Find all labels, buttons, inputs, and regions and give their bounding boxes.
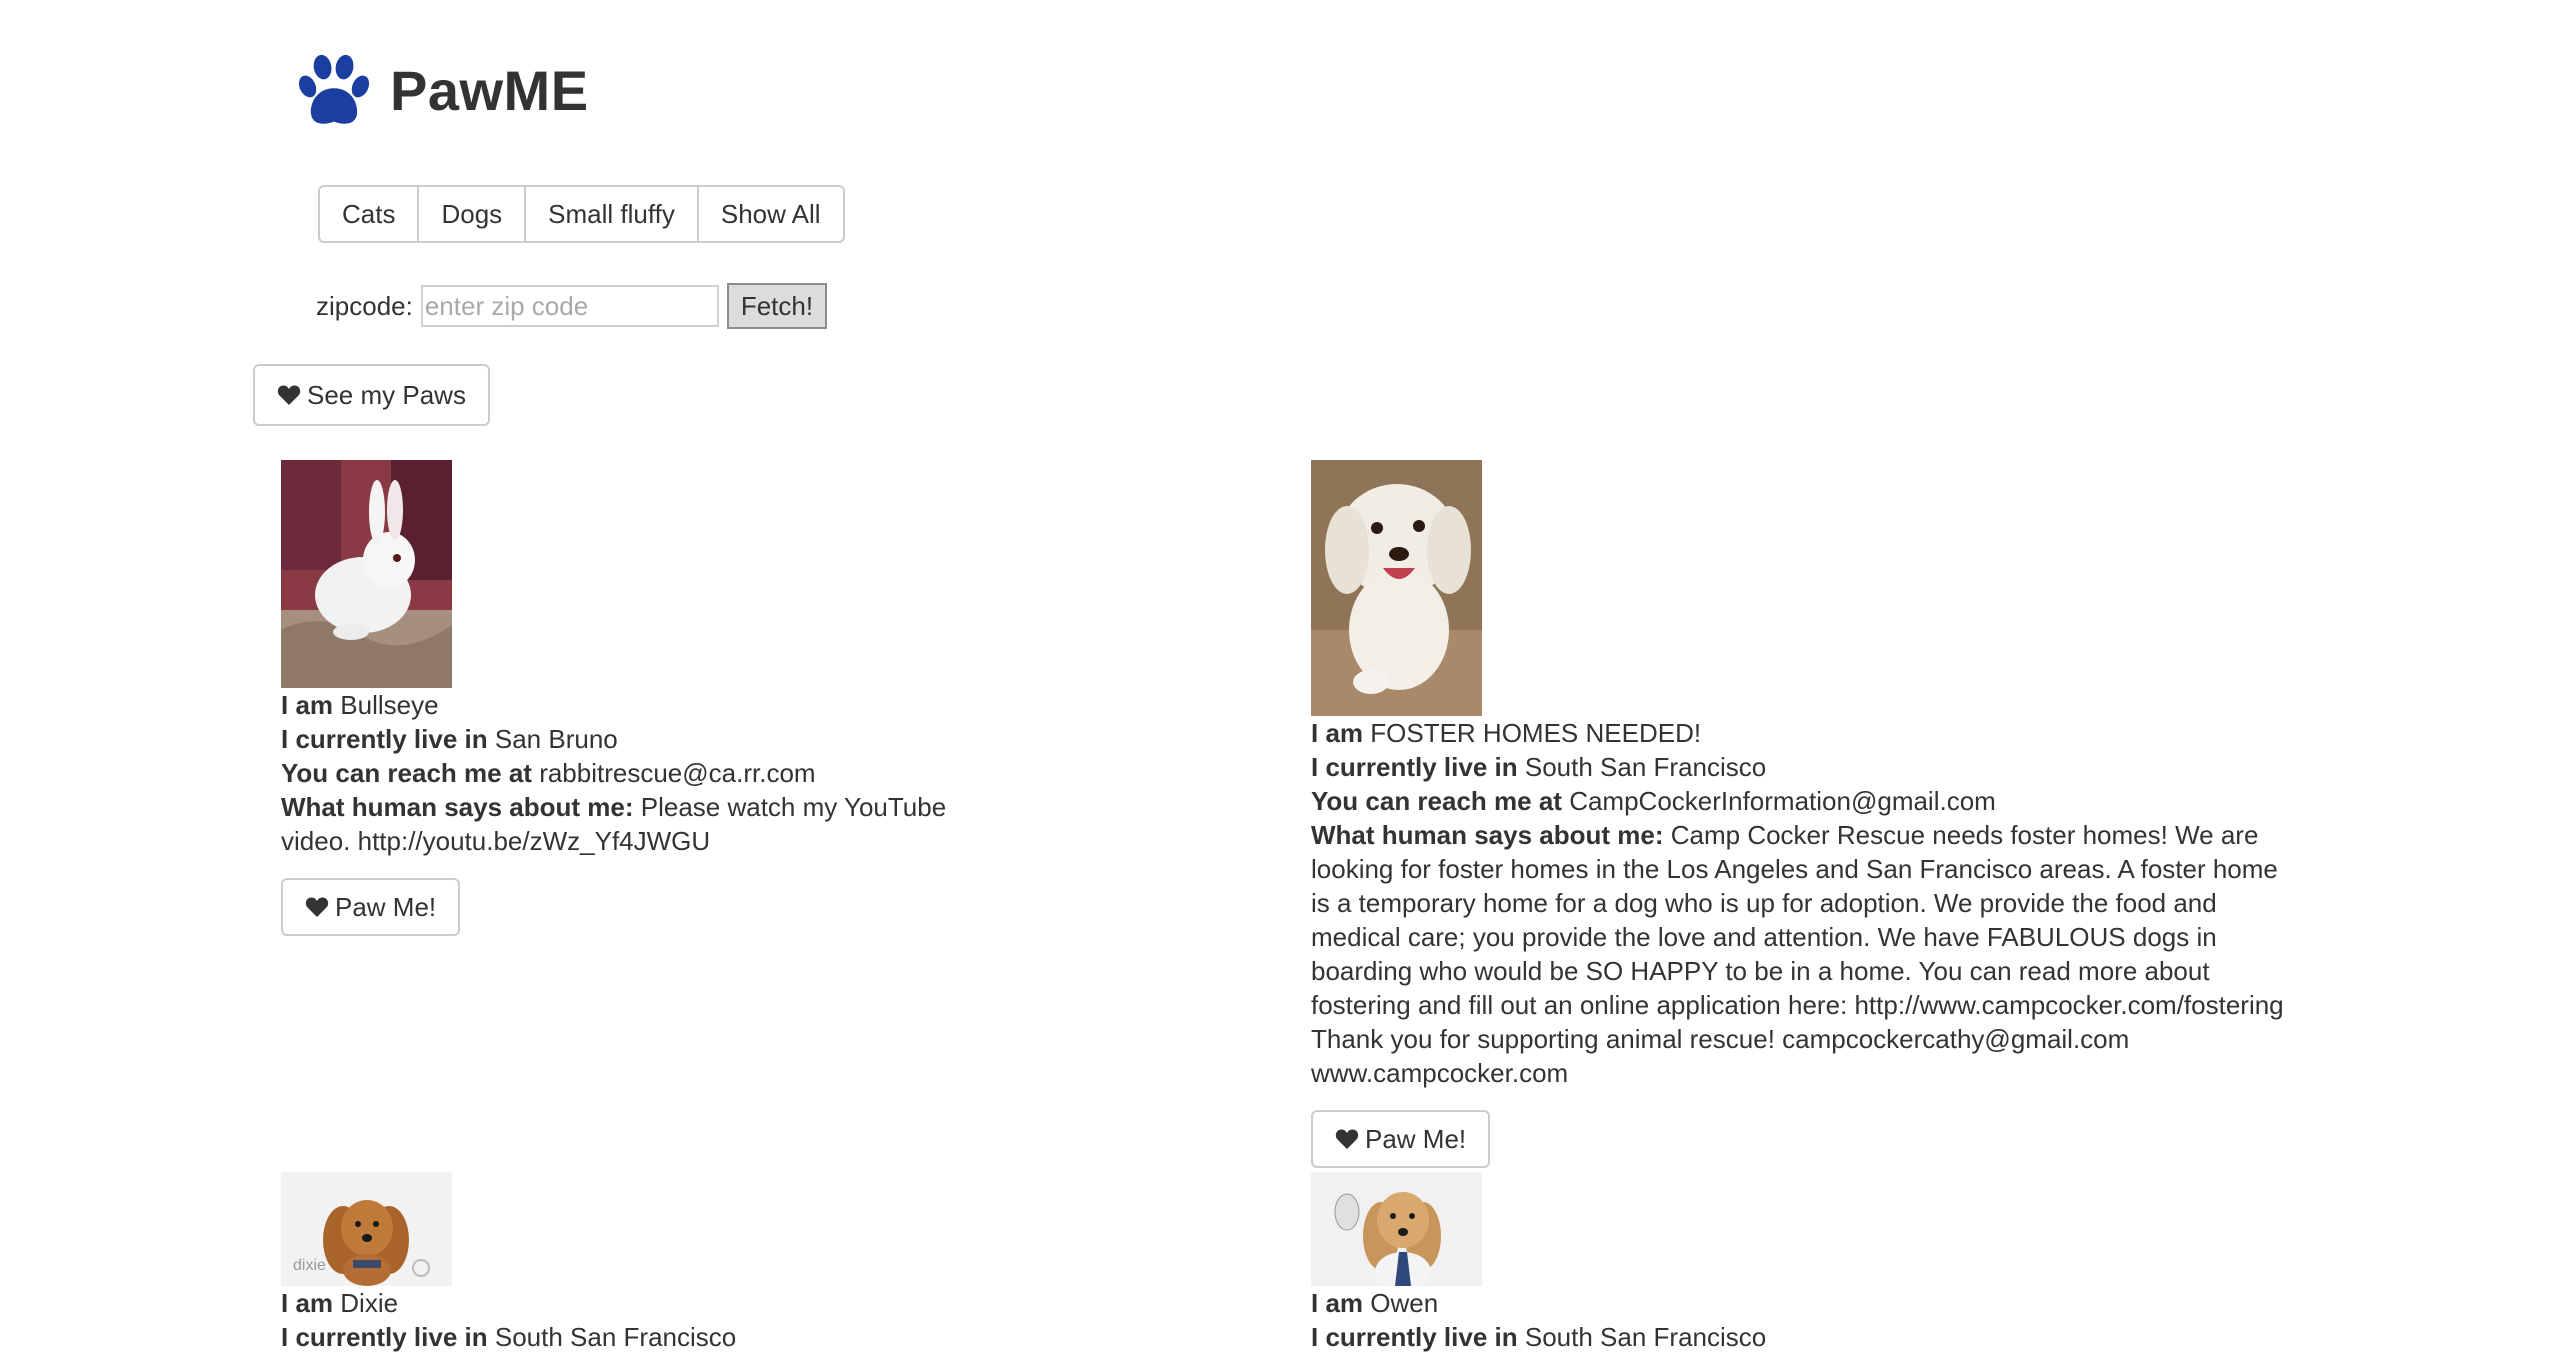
pet-location: San Bruno <box>494 724 618 754</box>
pet-location-line: I currently live in South San Francisco <box>1311 752 1767 782</box>
paw-me-label: Paw Me! <box>1365 1123 1467 1154</box>
paw-me-button[interactable]: Paw Me! <box>281 878 461 936</box>
pet-name: Dixie <box>340 1288 399 1318</box>
pet-contact-line: You can reach me at CampCockerInformatio… <box>1311 786 1996 816</box>
filter-button-group: Cats Dogs Small fluffy Show All <box>318 185 845 243</box>
filter-cats-button[interactable]: Cats <box>318 185 420 243</box>
pet-name: Bullseye <box>340 690 439 720</box>
pet-contact-line: You can reach me at rabbitrescue@ca.rr.c… <box>281 758 816 788</box>
pet-location: South San Francisco <box>1524 752 1767 782</box>
see-my-paws-button[interactable]: See my Paws <box>253 364 490 426</box>
see-my-paws-label: See my Paws <box>307 379 466 410</box>
filter-show-all-button[interactable]: Show All <box>696 185 845 243</box>
zipcode-label: zipcode: <box>316 290 413 321</box>
heart-icon <box>305 897 329 917</box>
paw-me-button[interactable]: Paw Me! <box>1311 1110 1491 1168</box>
pet-name-line: I am Bullseye <box>281 690 439 720</box>
photo-caption: dixie <box>293 1257 326 1274</box>
pet-location: South San Francisco <box>494 1322 737 1352</box>
pet-name: FOSTER HOMES NEEDED! <box>1370 718 1702 748</box>
white-dog-photo <box>1311 460 1482 716</box>
page: PawME Cats Dogs Small fluffy Show All zi… <box>0 0 2552 1352</box>
zip-row: zipcode: Fetch! <box>316 283 828 329</box>
filter-dogs-button[interactable]: Dogs <box>417 185 527 243</box>
zipcode-input[interactable] <box>420 285 719 327</box>
pet-description: Camp Cocker Rescue needs foster homes! W… <box>1311 820 2284 1088</box>
heart-icon <box>277 385 301 405</box>
pet-card: dixie I am Dixie I currently live in Sou… <box>281 1172 1271 1354</box>
cocker-spaniel-photo: dixie <box>281 1172 452 1286</box>
pet-name-line: I am Dixie <box>281 1288 399 1318</box>
fetch-button[interactable]: Fetch! <box>726 283 828 329</box>
pet-contact: CampCockerInformation@gmail.com <box>1569 786 1996 816</box>
pet-location-line: I currently live in San Bruno <box>281 724 618 754</box>
pet-card: I am Bullseye I currently live in San Br… <box>281 460 1271 936</box>
white-rabbit-photo <box>281 460 452 688</box>
pet-card: I am FOSTER HOMES NEEDED! I currently li… <box>1311 460 2301 1168</box>
cocker-spaniel-tie-photo <box>1311 1172 1482 1286</box>
pet-name-line: I am Owen <box>1311 1288 1439 1318</box>
pet-name: Owen <box>1370 1288 1439 1318</box>
pet-location-line: I currently live in South San Francisco <box>281 1322 737 1352</box>
paw-icon <box>298 54 370 124</box>
brand[interactable]: PawME <box>290 46 589 134</box>
pet-contact: rabbitrescue@ca.rr.com <box>539 758 816 788</box>
pet-card: I am Owen I currently live in South San … <box>1311 1172 2301 1354</box>
heart-icon <box>1335 1129 1359 1149</box>
pet-name-line: I am FOSTER HOMES NEEDED! <box>1311 718 1702 748</box>
page-title: PawME <box>390 58 589 122</box>
pet-location: South San Francisco <box>1524 1322 1767 1352</box>
paw-me-label: Paw Me! <box>335 891 437 922</box>
pet-location-line: I currently live in South San Francisco <box>1311 1322 1767 1352</box>
filter-small-fluffy-button[interactable]: Small fluffy <box>524 185 699 243</box>
pet-description-line: What human says about me: Please watch m… <box>281 792 947 856</box>
pet-description-line: What human says about me: Camp Cocker Re… <box>1311 820 2284 1088</box>
